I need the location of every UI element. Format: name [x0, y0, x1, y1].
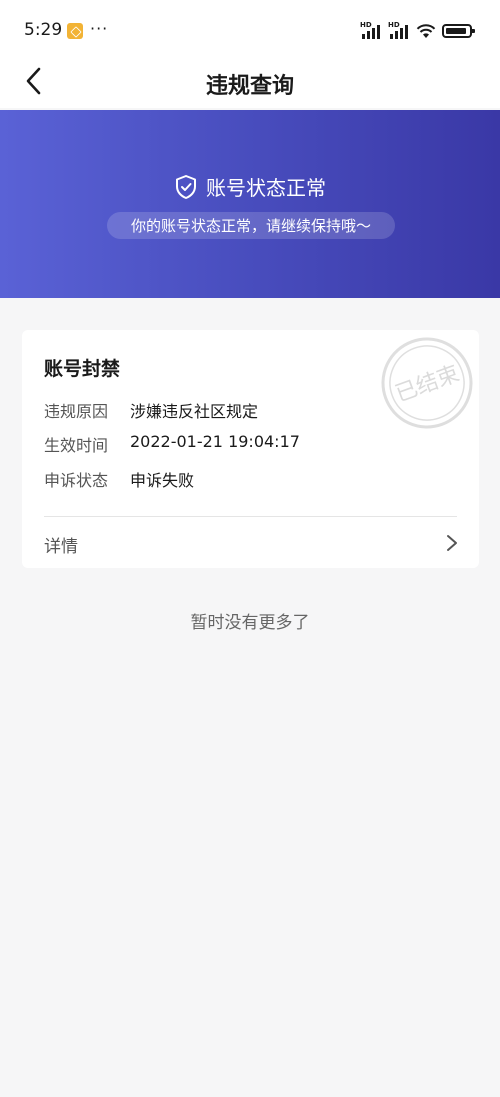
battery-icon	[442, 24, 475, 38]
field-value: 申诉失败	[130, 471, 195, 490]
details-link[interactable]: 详情	[22, 517, 479, 568]
field-value: 涉嫌违反社区规定	[130, 402, 259, 421]
status-bar: 5:29 ··· HD HD	[0, 0, 500, 60]
record-title: 账号封禁	[44, 358, 121, 380]
field-label: 违规原因	[44, 402, 109, 421]
stamp-text: 已结束	[392, 361, 463, 407]
status-indicators: HD HD	[360, 21, 475, 39]
record-field-appeal-status: 申诉状态 申诉失败	[44, 467, 194, 491]
chevron-right-icon	[447, 535, 457, 551]
field-value: 2022-01-21 19:04:17	[130, 432, 300, 451]
page-title: 违规查询	[205, 74, 294, 99]
banner-title: 账号状态正常	[206, 176, 326, 200]
field-label: 生效时间	[44, 436, 109, 455]
signal-icon: HD	[360, 21, 382, 39]
banner-heading: 账号状态正常	[0, 172, 500, 201]
app-notification-icon	[67, 23, 83, 39]
violation-record-card: 已结束 账号封禁 违规原因 涉嫌违反社区规定 生效时间 2022-01-21 1…	[22, 330, 479, 568]
account-status-banner: 账号状态正常 你的账号状态正常，请继续保持哦～	[0, 110, 500, 298]
details-label: 详情	[44, 537, 78, 557]
field-label: 申诉状态	[44, 471, 109, 490]
more-notifications-icon: ···	[90, 19, 109, 38]
record-field-reason: 违规原因 涉嫌违反社区规定	[44, 398, 258, 422]
status-time: 5:29	[24, 20, 63, 40]
wifi-icon	[416, 24, 436, 38]
signal-icon: HD	[388, 21, 410, 39]
ended-stamp-icon: 已结束	[381, 337, 473, 429]
navigation-bar: 违规查询	[0, 60, 500, 108]
banner-subtitle: 你的账号状态正常，请继续保持哦～	[107, 212, 395, 239]
no-more-text: 暂时没有更多了	[190, 613, 310, 633]
record-field-effective-time: 生效时间 2022-01-21 19:04:17	[44, 432, 300, 456]
shield-check-icon	[176, 174, 196, 199]
